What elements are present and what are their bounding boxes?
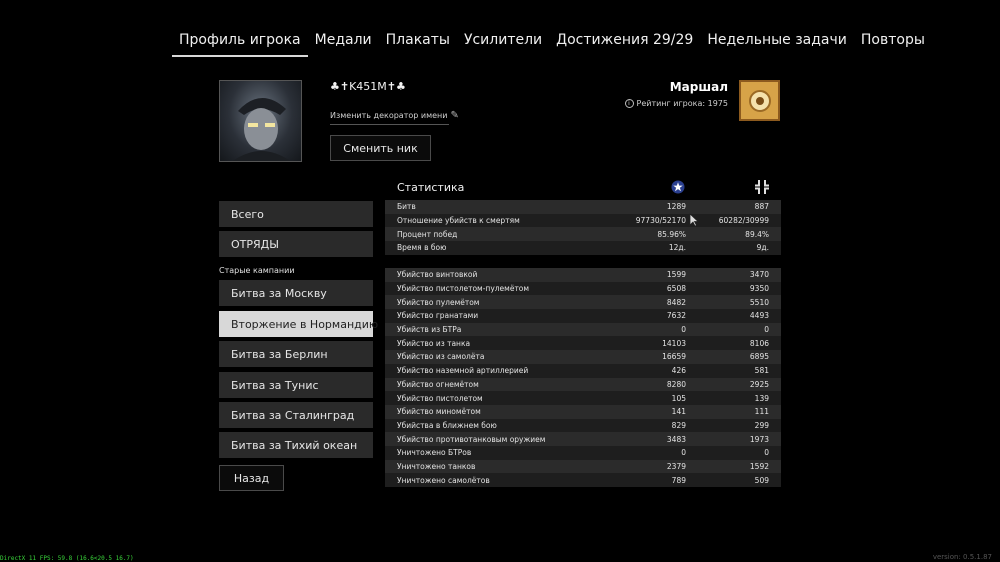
player-nickname: ♣✝K451M✝♣ — [330, 80, 406, 93]
table-row: Убийство винтовкой 1599 3470 — [385, 268, 781, 282]
rank-badge-icon — [739, 80, 780, 121]
table-row: Убийство из танка 14103 8106 — [385, 336, 781, 351]
table-row: Убийство пистолетом-пулемётом 6508 9350 — [385, 281, 781, 296]
rank-name: Маршал — [669, 80, 728, 94]
fps-counter: DirectX 11 FPS: 59.8 (16.6<20.5 16.7) — [0, 555, 134, 562]
table-row: Убийств из БТРа 0 0 — [385, 322, 781, 337]
table-row: Убийство пулемётом 8482 5510 — [385, 295, 781, 310]
table-row: Уничтожено БТРов 0 0 — [385, 445, 781, 460]
menu-campaign-pacific[interactable]: Битва за Тихий океан — [219, 432, 373, 458]
table-row: Время в бою 12д. 9д. — [385, 241, 781, 255]
menu-campaign-moscow[interactable]: Битва за Москву — [219, 280, 373, 306]
table-row: Убийство противотанковым оружием 3483 1973 — [385, 432, 781, 446]
avatar — [219, 80, 302, 162]
tab-replays[interactable]: Повторы — [854, 28, 932, 57]
table-row: Убийство из самолёта 16659 6895 — [385, 350, 781, 364]
version-label: version: 0.5.1.87 — [932, 553, 992, 561]
name-decorator-link[interactable]: Изменить декоратор имени ✎ — [330, 107, 459, 125]
tab-medals[interactable]: Медали — [308, 28, 379, 57]
tab-boosters[interactable]: Усилители — [457, 28, 549, 57]
allies-star-icon — [671, 180, 685, 194]
menu-all[interactable]: Всего — [219, 201, 373, 227]
decorator-label: Изменить декоратор имени — [330, 111, 448, 120]
table-row: Уничтожено танков 2379 1592 — [385, 459, 781, 474]
stats-title: Статистика — [397, 181, 465, 194]
top-nav: Профиль игрока Медали Плакаты Усилители … — [172, 28, 932, 57]
old-campaigns-label: Старые кампании — [219, 266, 295, 275]
tab-player-profile[interactable]: Профиль игрока — [172, 28, 308, 57]
tab-weekly-tasks[interactable]: Недельные задачи — [700, 28, 854, 57]
table-row: Убийство пистолетом 105 139 — [385, 391, 781, 405]
change-nick-button[interactable]: Сменить ник — [330, 135, 431, 161]
table-row: Убийство гранатами 7632 4493 — [385, 309, 781, 323]
back-button[interactable]: Назад — [219, 465, 284, 491]
player-rating: i Рейтинг игрока: 1975 — [624, 99, 729, 108]
soldier-portrait-icon — [232, 97, 291, 161]
pencil-icon: ✎ — [450, 110, 459, 121]
table-row: Убийство огнемётом 8280 2925 — [385, 377, 781, 392]
menu-campaign-tunisia[interactable]: Битва за Тунис — [219, 372, 373, 398]
info-icon[interactable]: i — [624, 99, 634, 108]
menu-squads[interactable]: ОТРЯДЫ — [219, 231, 373, 257]
menu-campaign-stalingrad[interactable]: Битва за Сталинград — [219, 402, 373, 428]
table-row: Отношение убийств к смертям 97730/52170 60… — [385, 213, 781, 228]
table-row: Битв 1289 887 — [385, 200, 781, 214]
summary-stats-table: Битв 1289 887 Отношение убийств к смертям 9… — [385, 200, 781, 255]
menu-campaign-normandy[interactable]: Вторжение в Нормандию — [219, 311, 378, 337]
menu-campaign-berlin[interactable]: Битва за Берлин — [219, 341, 373, 367]
mouse-cursor-icon — [689, 213, 699, 227]
tab-achievements[interactable]: Достижения 29/29 — [549, 28, 700, 57]
table-row: Процент побед 85.96% 89.4% — [385, 227, 781, 242]
table-row: Убийство миномётом 141 111 — [385, 404, 781, 419]
table-row: Убийства в ближнем бою 829 299 — [385, 418, 781, 433]
table-row: Убийство наземной артиллерией 426 581 — [385, 363, 781, 378]
detail-stats-table: Убийство винтовкой 1599 3470 Убийство пист… — [385, 268, 781, 487]
rating-label: Рейтинг игрока: 1975 — [636, 99, 729, 108]
tab-posters[interactable]: Плакаты — [379, 28, 457, 57]
table-row: Уничтожено самолётов 789 509 — [385, 473, 781, 487]
axis-cross-icon — [755, 180, 769, 194]
